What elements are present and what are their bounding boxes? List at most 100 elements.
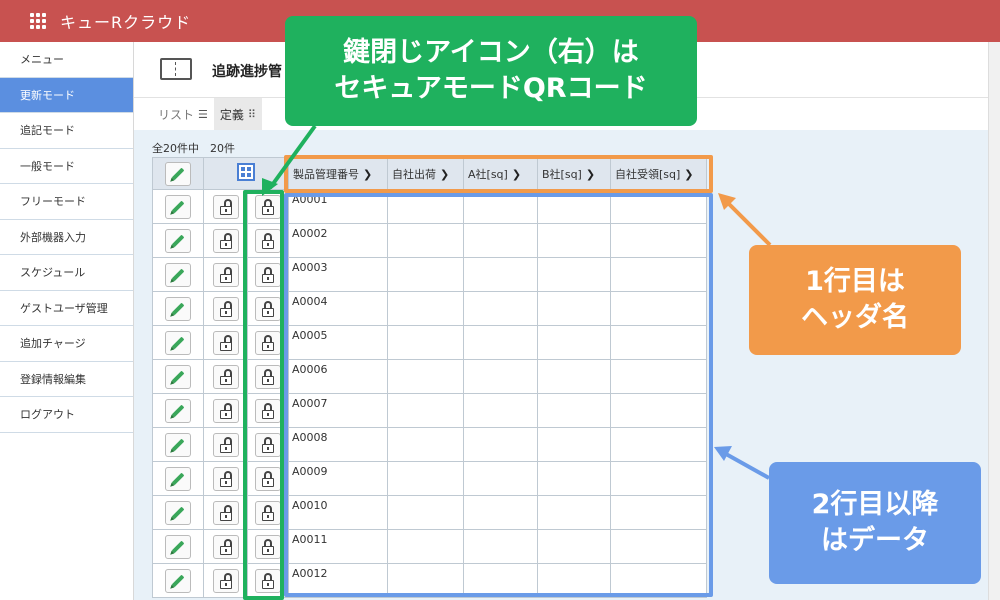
- unlock-button[interactable]: [212, 364, 239, 389]
- edit-row-button[interactable]: [165, 194, 191, 219]
- edit-row-button[interactable]: [165, 466, 191, 491]
- edit-row-button[interactable]: [165, 364, 191, 389]
- row-edit-cell: [152, 529, 204, 564]
- list-icon: ☰: [198, 107, 208, 121]
- row-edit-cell: [152, 495, 204, 530]
- sidebar-item-append-mode[interactable]: 追記モード: [0, 113, 133, 149]
- apps-grid-icon[interactable]: [30, 13, 46, 29]
- qr-code-icon[interactable]: [237, 163, 255, 181]
- app-title: キューRクラウド: [60, 13, 192, 32]
- tab-list[interactable]: リスト ☰: [152, 98, 214, 130]
- sidebar-item-schedule[interactable]: スケジュール: [0, 255, 133, 291]
- sidebar-item-external-input[interactable]: 外部機器入力: [0, 220, 133, 255]
- row-unlock-cell: [203, 461, 248, 496]
- unlock-button[interactable]: [212, 330, 239, 355]
- sidebar-item-guest-users[interactable]: ゲストユーザ管理: [0, 291, 133, 326]
- unlock-button[interactable]: [212, 296, 239, 321]
- pencil-icon: [171, 268, 185, 281]
- row-unlock-cell: [203, 563, 248, 598]
- row-unlock-cell: [203, 223, 248, 258]
- unlock-button[interactable]: [212, 228, 239, 253]
- unlock-icon: [219, 300, 233, 317]
- row-edit-cell: [152, 359, 204, 394]
- unlock-icon: [219, 504, 233, 521]
- unlock-icon: [219, 402, 233, 419]
- row-unlock-cell: [203, 325, 248, 360]
- pencil-icon: [171, 540, 185, 553]
- book-icon: [160, 58, 192, 80]
- edit-all-button[interactable]: [165, 161, 191, 186]
- pencil-icon: [171, 234, 185, 247]
- row-edit-cell: [152, 189, 204, 224]
- unlock-button[interactable]: [212, 398, 239, 423]
- row-edit-cell: [152, 393, 204, 428]
- unlock-button[interactable]: [212, 194, 239, 219]
- unlock-button[interactable]: [212, 568, 239, 593]
- sidebar-item-charge[interactable]: 追加チャージ: [0, 326, 133, 362]
- unlock-button[interactable]: [212, 466, 239, 491]
- unlock-icon: [219, 232, 233, 249]
- edit-row-button[interactable]: [165, 398, 191, 423]
- edit-row-button[interactable]: [165, 296, 191, 321]
- annotation-callout-header: 1行目は ヘッダ名: [749, 245, 961, 355]
- unlock-button[interactable]: [212, 262, 239, 287]
- unlock-icon: [219, 470, 233, 487]
- edit-row-button[interactable]: [165, 534, 191, 559]
- unlock-button[interactable]: [212, 534, 239, 559]
- pencil-icon: [171, 336, 185, 349]
- edit-row-button[interactable]: [165, 568, 191, 593]
- page-scrollbar[interactable]: [988, 42, 1000, 600]
- tab-definition-label: 定義: [219, 107, 244, 122]
- row-unlock-cell: [203, 427, 248, 462]
- unlock-icon: [219, 266, 233, 283]
- pencil-icon: [171, 167, 185, 180]
- pencil-icon: [171, 506, 185, 519]
- unlock-icon: [219, 436, 233, 453]
- pencil-icon: [171, 370, 185, 383]
- edit-row-button[interactable]: [165, 432, 191, 457]
- edit-row-button[interactable]: [165, 330, 191, 355]
- edit-row-button[interactable]: [165, 228, 191, 253]
- sidebar-item-free-mode[interactable]: フリーモード: [0, 184, 133, 220]
- record-count: 全20件中 20件: [152, 142, 235, 155]
- view-tabs: リスト ☰ 定義 ⠿: [152, 98, 262, 130]
- row-unlock-cell: [203, 529, 248, 564]
- sidebar-item-general-mode[interactable]: 一般モード: [0, 149, 133, 184]
- row-edit-cell: [152, 257, 204, 292]
- unlock-button[interactable]: [212, 500, 239, 525]
- row-edit-cell: [152, 291, 204, 326]
- annotation-callout-data: 2行目以降 はデータ: [769, 462, 981, 584]
- row-unlock-cell: [203, 189, 248, 224]
- pencil-icon: [171, 200, 185, 213]
- annotation-lock-column-box: [243, 190, 284, 600]
- pencil-icon: [171, 574, 185, 587]
- edit-row-button[interactable]: [165, 262, 191, 287]
- unlock-icon: [219, 368, 233, 385]
- unlock-icon: [219, 198, 233, 215]
- unlock-button[interactable]: [212, 432, 239, 457]
- unlock-icon: [219, 538, 233, 555]
- row-unlock-cell: [203, 359, 248, 394]
- header-qr-cell: [203, 157, 289, 190]
- row-edit-cell: [152, 461, 204, 496]
- sidebar-item-menu[interactable]: メニュー: [0, 42, 133, 78]
- sidebar-item-update-mode[interactable]: 更新モード: [0, 77, 133, 113]
- sidebar-item-account-edit[interactable]: 登録情報編集: [0, 362, 133, 397]
- sidebar: メニュー 更新モード 追記モード 一般モード フリーモード 外部機器入力 スケジ…: [0, 42, 134, 600]
- annotation-callout-lock: 鍵閉じアイコン（右）は セキュアモードQRコード: [285, 16, 697, 126]
- edit-row-button[interactable]: [165, 500, 191, 525]
- grid-icon: ⠿: [247, 107, 256, 121]
- annotation-header-row-box: [284, 155, 713, 193]
- row-edit-cell: [152, 427, 204, 462]
- row-unlock-cell: [203, 495, 248, 530]
- pencil-icon: [171, 438, 185, 451]
- pencil-icon: [171, 404, 185, 417]
- unlock-icon: [219, 572, 233, 589]
- tab-definition[interactable]: 定義 ⠿: [213, 98, 262, 130]
- page-title: 追跡進捗管: [212, 64, 282, 80]
- sidebar-item-logout[interactable]: ログアウト: [0, 397, 133, 433]
- pencil-icon: [171, 472, 185, 485]
- row-edit-cell: [152, 563, 204, 598]
- header-edit-cell: [152, 157, 204, 190]
- row-unlock-cell: [203, 291, 248, 326]
